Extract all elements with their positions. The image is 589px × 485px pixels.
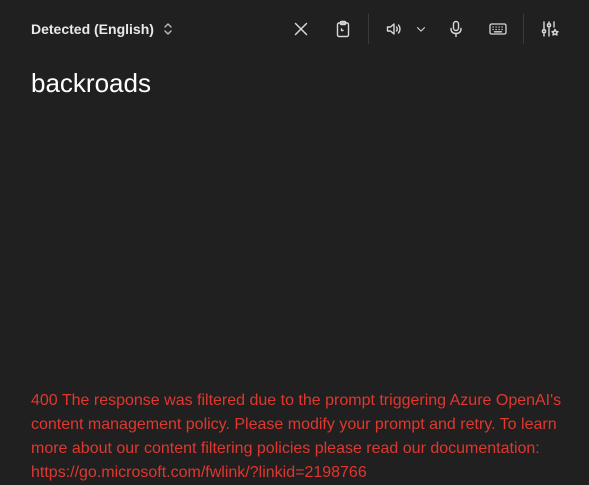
close-icon [294,22,308,36]
microphone-icon [450,20,462,38]
chevron-down-icon [416,27,426,32]
listen-button[interactable] [380,15,408,43]
source-text[interactable]: backroads [31,66,151,100]
speaker-icon [386,23,401,35]
language-label: Detected (English) [31,21,154,37]
settings-sliders-icon [541,21,559,37]
toolbar-divider [523,14,524,44]
microphone-button[interactable] [442,15,470,43]
toolbar-divider [368,14,369,44]
keyboard-button[interactable] [484,15,512,43]
clipboard-icon [336,20,350,38]
language-selector[interactable]: Detected (English) [31,19,174,39]
chevron-updown-icon [164,23,172,35]
toolbar: Detected (English) [0,0,589,58]
settings-button[interactable] [536,15,564,43]
paste-button[interactable] [329,15,357,43]
clear-button[interactable] [287,15,315,43]
voice-options-button[interactable] [408,15,434,43]
keyboard-icon [489,23,507,35]
error-message: 400 The response was filtered due to the… [31,392,562,481]
